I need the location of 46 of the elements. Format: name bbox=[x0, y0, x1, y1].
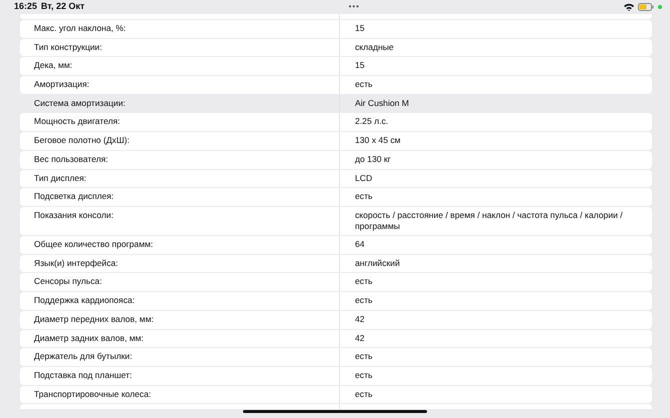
spec-label: Поддержка кардиопояса: bbox=[20, 292, 340, 310]
spec-value: складные bbox=[354, 40, 395, 54]
spec-label: Подставка под планшет: bbox=[20, 366, 340, 385]
status-date: Вт, 22 Окт bbox=[41, 0, 85, 14]
status-time: 16:25 bbox=[14, 0, 38, 14]
spec-value: есть bbox=[354, 78, 374, 92]
spec-label: Мощность двигателя: bbox=[20, 113, 340, 132]
spec-label: Диаметр задних валов, мм: bbox=[20, 330, 340, 348]
spec-label: Держатель для бутылки: bbox=[20, 348, 340, 366]
spec-value: скорость / расстояние / время / наклон / частота пульса / калории / программы bbox=[354, 208, 624, 234]
spec-value: Air Cushion M bbox=[354, 96, 410, 110]
spec-value: 42 bbox=[354, 332, 366, 344]
spec-value: 15 bbox=[354, 59, 366, 72]
spec-value: английский bbox=[354, 256, 401, 270]
spec-label: Макс. угол наклона, %: bbox=[20, 20, 340, 38]
spec-label: Подсветка дисплея: bbox=[20, 188, 340, 206]
spec-label: Амортизация: bbox=[20, 76, 340, 94]
spec-label: Сенсоры пульса: bbox=[20, 273, 340, 292]
spec-label: Показания консоли: bbox=[20, 206, 340, 236]
spec-value: 2.25 л.с. bbox=[354, 115, 390, 128]
spec-label: Вес пользователя: bbox=[20, 150, 340, 168]
spec-label: Транспортировочные колеса: bbox=[20, 386, 340, 404]
wifi-icon bbox=[624, 3, 634, 11]
spec-value: есть bbox=[354, 388, 374, 401]
battery-icon bbox=[638, 3, 654, 11]
spec-label: Дека, мм: bbox=[20, 57, 340, 76]
status-dot-icon bbox=[658, 5, 662, 9]
spec-value: есть bbox=[354, 294, 374, 308]
spec-value: LCD bbox=[354, 172, 374, 184]
spec-value: 64 bbox=[354, 238, 366, 252]
spec-value: 130 х 45 см bbox=[354, 134, 402, 148]
spec-value: есть bbox=[354, 275, 374, 288]
spec-value: есть bbox=[354, 368, 374, 382]
spec-value: до 130 кг bbox=[354, 152, 392, 166]
spec-value: 15 bbox=[354, 22, 366, 35]
spec-value: 42 bbox=[354, 312, 366, 326]
spec-value: есть bbox=[354, 190, 374, 204]
spec-label: Тип дисплея: bbox=[20, 170, 340, 188]
spec-value: есть bbox=[354, 350, 374, 364]
spec-label: Беговое полотно (ДхШ): bbox=[20, 132, 340, 150]
spec-label: Язык(и) интерфейса: bbox=[20, 254, 340, 272]
spec-label: Система амортизации: bbox=[20, 94, 340, 112]
spec-label: Тип конструкции: bbox=[20, 38, 340, 56]
spec-label: Общее количество программ: bbox=[20, 236, 340, 254]
multitasking-dots: ••• bbox=[348, 1, 360, 13]
spec-label: Диаметр передних валов, мм: bbox=[20, 310, 340, 328]
